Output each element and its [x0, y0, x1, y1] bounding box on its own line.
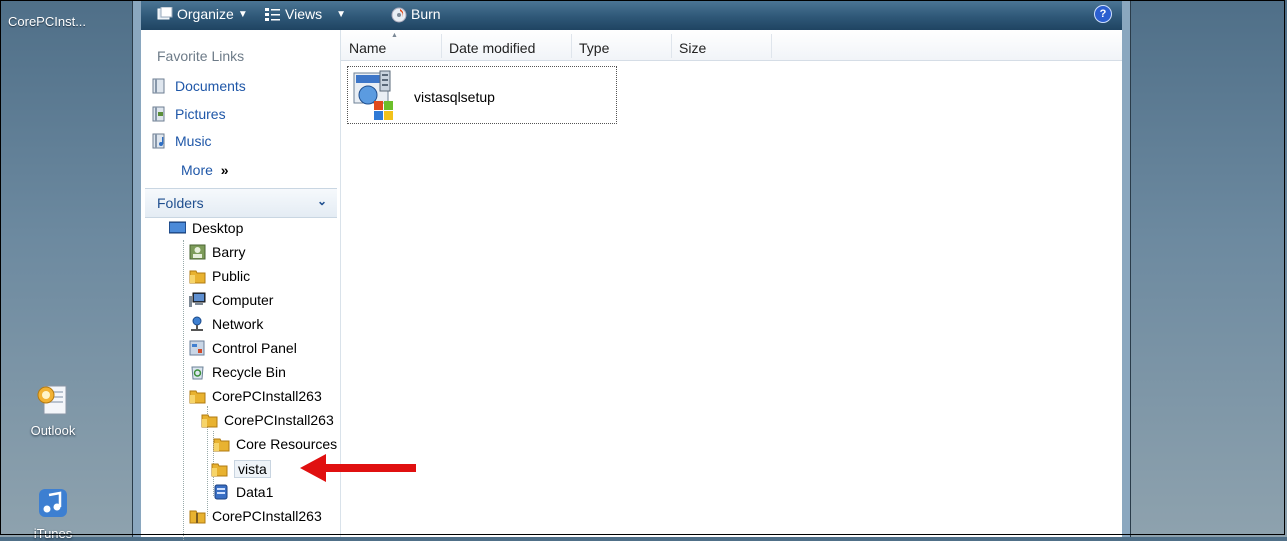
red-arrow-annotation: [300, 454, 416, 482]
tree-connector: [183, 240, 184, 540]
tree-item-label: CorePCInstall263: [212, 508, 322, 524]
desktop-icon-itunes[interactable]: iTunes: [13, 486, 93, 541]
favorite-link-label: Documents: [175, 78, 246, 94]
desktop-icon-outlook[interactable]: Outlook: [13, 383, 93, 438]
control-panel-icon: [189, 340, 206, 356]
tree-item-corepcinstall263[interactable]: CorePCInstall263: [189, 388, 322, 404]
zip-folder-icon: [189, 508, 206, 524]
column-header-name[interactable]: Name: [349, 40, 386, 56]
folders-header[interactable]: Folders ⌄: [145, 188, 337, 218]
folder-icon: [201, 412, 218, 428]
tree-item-recycle-bin[interactable]: Recycle Bin: [189, 364, 286, 380]
folder-icon: [189, 268, 206, 284]
tree-item-barry[interactable]: Barry: [189, 244, 245, 260]
desktop-icon-label: Outlook: [30, 423, 76, 438]
recycle-bin-icon: [189, 364, 206, 380]
outlook-icon: [36, 383, 70, 417]
tree-item-label: CorePCInstall263: [212, 388, 322, 404]
chevron-down-icon: ▼: [237, 8, 248, 20]
computer-icon: [189, 292, 206, 308]
burn-disc-icon: [391, 7, 407, 23]
views-button[interactable]: Views ▼: [265, 6, 346, 22]
favorite-link-label: Music: [175, 133, 212, 149]
more-links-button[interactable]: More »: [181, 162, 229, 178]
favorite-links-heading: Favorite Links: [157, 48, 245, 64]
views-label: Views: [285, 6, 323, 22]
folder-icon: [211, 461, 228, 477]
chevron-down-icon: ⌄: [316, 194, 327, 208]
organize-label: Organize: [177, 6, 234, 22]
tree-item-data1[interactable]: Data1: [213, 484, 273, 500]
data-file-icon: [213, 484, 230, 500]
tree-item-label: Public: [212, 268, 251, 284]
tree-item-label: Data1: [236, 484, 274, 500]
folder-icon: [213, 436, 230, 452]
tree-item-label: Computer: [212, 292, 274, 308]
desktop-icon-label: iTunes: [33, 526, 73, 541]
taskbar-window-label[interactable]: CorePCInst...: [8, 14, 86, 29]
organize-button[interactable]: Organize ▼: [157, 6, 248, 22]
burn-label: Burn: [411, 6, 441, 22]
documents-icon: [151, 78, 167, 94]
file-name: vistasqlsetup: [414, 89, 495, 105]
explorer-window: Organize ▼ Views ▼ Burn ? Favorite Links…: [132, 0, 1131, 540]
burn-button[interactable]: Burn: [391, 6, 441, 23]
file-list-pane: ▲ Name Date modified Type Size vistasqls…: [341, 30, 1122, 537]
folder-icon: [189, 388, 206, 404]
column-header-row: ▲ Name Date modified Type Size: [341, 30, 1122, 61]
more-label: More: [181, 162, 213, 178]
tree-item-control-panel[interactable]: Control Panel: [189, 340, 297, 356]
user-folder-icon: [189, 244, 206, 260]
command-bar: Organize ▼ Views ▼ Burn ?: [141, 0, 1122, 30]
tree-item-public[interactable]: Public: [189, 268, 250, 284]
tree-item-label: Control Panel: [212, 340, 297, 356]
column-divider[interactable]: [441, 34, 442, 58]
favorite-link-label: Pictures: [175, 106, 226, 122]
itunes-icon: [36, 486, 70, 520]
organize-icon: [157, 6, 173, 21]
tree-item-desktop[interactable]: Desktop: [168, 220, 244, 236]
pictures-icon: [151, 106, 167, 122]
window-border-left: [132, 0, 133, 537]
window-border-right: [1130, 0, 1131, 537]
chevron-down-icon: ▼: [336, 8, 346, 20]
sort-ascending-icon: ▲: [391, 32, 398, 39]
views-icon: [265, 7, 281, 21]
tree-item-corepcinstall263-zip[interactable]: CorePCInstall263: [189, 508, 322, 524]
folders-heading: Folders: [157, 195, 204, 211]
double-chevron-right-icon: »: [220, 162, 229, 178]
desktop-icon: [168, 220, 187, 236]
favorite-link-pictures[interactable]: Pictures: [151, 106, 226, 122]
music-icon: [151, 133, 167, 149]
tree-item-corepcinstall263-sub[interactable]: CorePCInstall263: [201, 412, 334, 428]
tree-item-label: Desktop: [192, 220, 244, 236]
tree-item-network[interactable]: Network: [189, 316, 263, 332]
network-icon: [189, 316, 206, 332]
tree-item-label: vista: [234, 460, 271, 478]
tree-item-label: CorePCInstall263: [224, 412, 334, 428]
column-divider[interactable]: [571, 34, 572, 58]
column-header-type[interactable]: Type: [579, 40, 609, 56]
tree-item-label: Barry: [212, 244, 246, 260]
tree-item-label: Network: [212, 316, 264, 332]
setup-installer-icon: [350, 69, 406, 123]
tree-item-computer[interactable]: Computer: [189, 292, 273, 308]
tree-item-vista[interactable]: vista: [211, 460, 271, 478]
favorite-link-documents[interactable]: Documents: [151, 78, 246, 94]
tree-item-label: Recycle Bin: [212, 364, 286, 380]
column-header-date-modified[interactable]: Date modified: [449, 40, 535, 56]
help-icon[interactable]: ?: [1094, 5, 1112, 23]
column-divider[interactable]: [771, 34, 772, 58]
column-header-size[interactable]: Size: [679, 40, 706, 56]
column-divider[interactable]: [671, 34, 672, 58]
favorite-link-music[interactable]: Music: [151, 133, 212, 149]
file-item-vistasqlsetup[interactable]: vistasqlsetup: [347, 66, 617, 124]
